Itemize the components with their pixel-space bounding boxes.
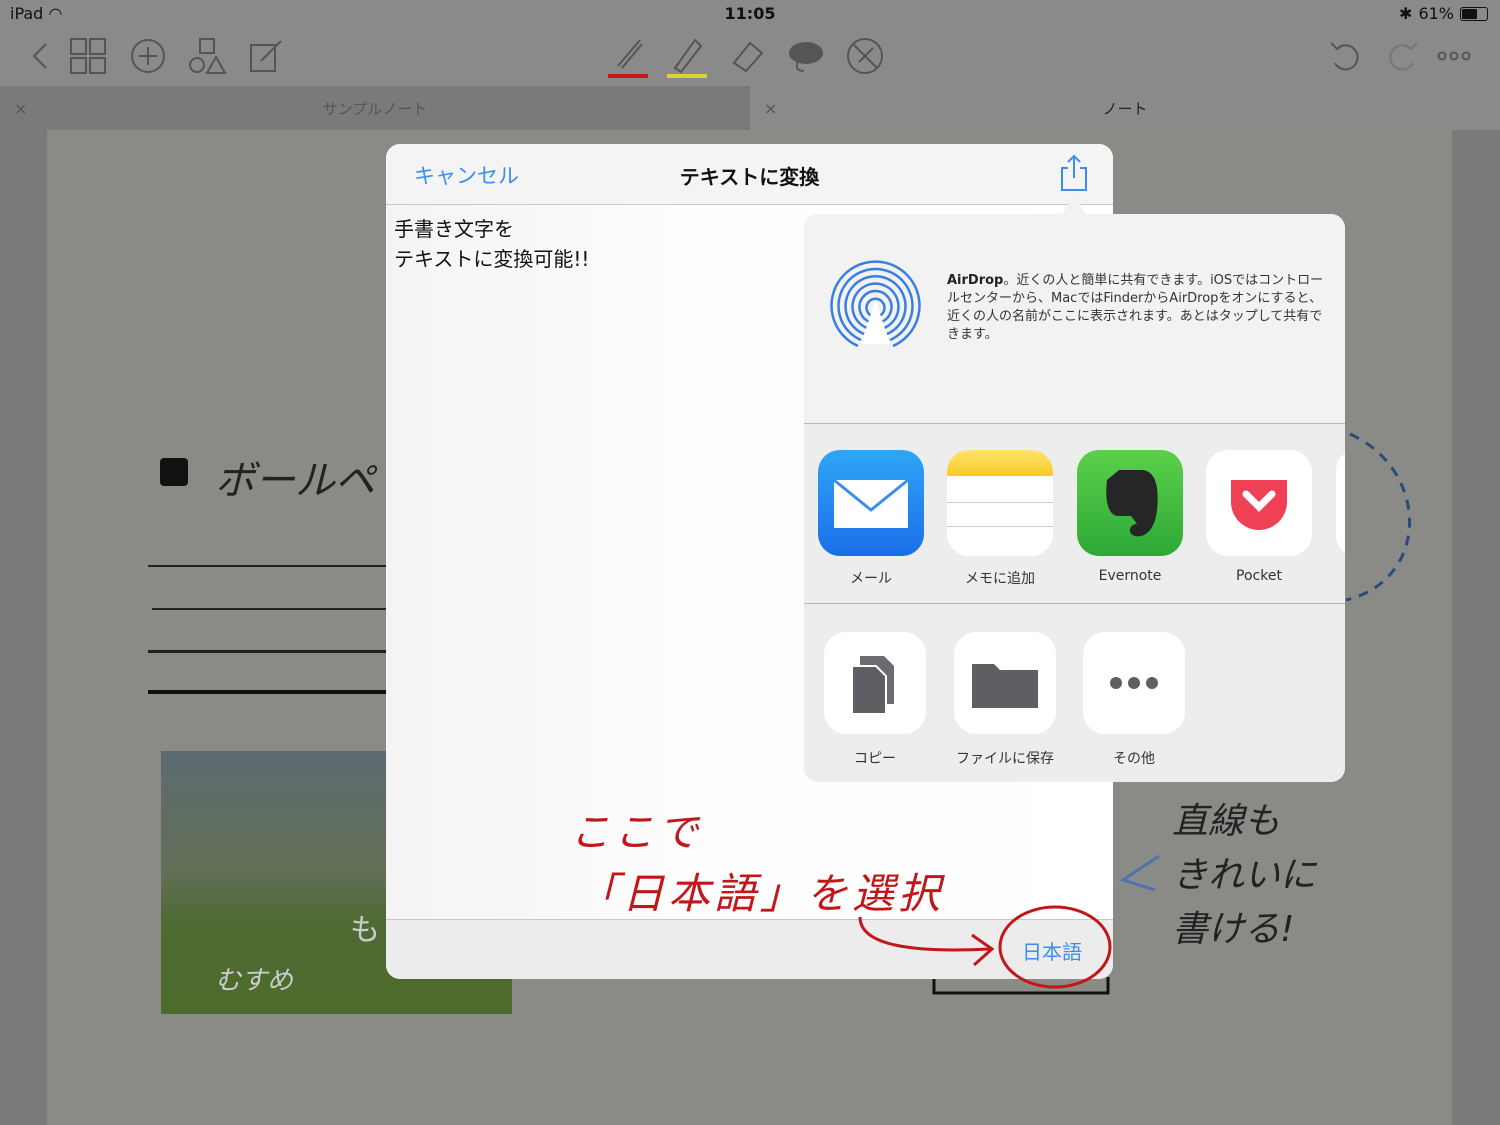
app-label: Evernote	[1098, 568, 1162, 584]
lasso-icon[interactable]	[784, 34, 828, 78]
ruled-line	[148, 650, 388, 653]
airdrop-section: AirDrop。近くの人と簡単に共有できます。iOSではコントロールセンターから…	[804, 214, 1345, 424]
bluetooth-icon: ✱	[1399, 4, 1413, 23]
text-line: テキストに変換可能!!	[394, 247, 590, 271]
app-partial[interactable]	[1336, 450, 1345, 556]
pen-off-icon[interactable]	[843, 34, 887, 78]
close-icon[interactable]: ×	[764, 99, 777, 118]
pen-icon[interactable]	[605, 34, 651, 78]
highlighter-icon[interactable]	[664, 34, 710, 78]
airdrop-description: AirDrop。近くの人と簡単に共有できます。iOSではコントロールセンターから…	[947, 272, 1332, 344]
mail-icon	[818, 450, 924, 556]
photo-caption: むすめ	[215, 966, 294, 996]
checkbox-mark	[160, 458, 188, 486]
share-app-pocket[interactable]: Pocket	[1206, 450, 1312, 584]
add-icon[interactable]	[126, 34, 170, 78]
more-menu-icon[interactable]	[1432, 34, 1476, 78]
back-icon[interactable]	[18, 34, 62, 78]
redo-icon[interactable]	[1382, 34, 1426, 78]
grid-icon[interactable]	[66, 34, 110, 78]
share-app-evernote[interactable]: Evernote	[1077, 450, 1183, 584]
battery-area: ✱ 61%	[1399, 4, 1488, 23]
pocket-icon	[1206, 450, 1312, 556]
tab-bar: × サンプルノート × ノート	[0, 86, 1500, 130]
tab-label: サンプルノート	[322, 99, 428, 118]
action-more[interactable]: その他	[1083, 632, 1185, 768]
share-icon[interactable]	[1058, 154, 1090, 192]
share-sheet: AirDrop。近くの人と簡単に共有できます。iOSではコントロールセンターから…	[804, 214, 1345, 782]
action-label: その他	[1113, 751, 1155, 767]
tab-sample-note[interactable]: × サンプルノート	[0, 86, 750, 130]
arrow-mark	[1119, 854, 1160, 892]
share-actions-row: コピー ファイルに保存 その他	[804, 604, 1345, 782]
ruled-line	[148, 690, 388, 694]
annotation-line1: ここで	[570, 810, 702, 856]
notes-icon	[947, 450, 1053, 556]
more-icon	[1083, 632, 1185, 734]
copy-icon	[824, 632, 926, 734]
ruled-line	[152, 608, 388, 610]
toolbar	[0, 28, 1500, 86]
annotation-arrow	[858, 905, 1112, 989]
action-label: コピー	[854, 751, 896, 767]
side-annotation-line3: 書ける!	[1172, 909, 1295, 950]
battery-percent: 61%	[1418, 4, 1454, 23]
popover-arrow	[1062, 196, 1086, 214]
modal-header: キャンセル テキストに変換	[386, 144, 1113, 205]
airdrop-body: 。近くの人と簡単に共有できます。iOSではコントロールセンターから、MacではF…	[947, 273, 1324, 342]
eraser-icon[interactable]	[725, 34, 769, 78]
photo-caption-2: も	[350, 913, 380, 948]
action-copy[interactable]: コピー	[824, 632, 926, 768]
app-label: メール	[850, 571, 892, 587]
close-icon[interactable]: ×	[14, 99, 27, 118]
shapes-icon[interactable]	[186, 34, 230, 78]
airdrop-icon	[830, 260, 921, 348]
evernote-icon	[1077, 450, 1183, 556]
app-label: Pocket	[1236, 568, 1282, 584]
edit-icon[interactable]	[244, 34, 288, 78]
app-label: メモに追加	[965, 571, 1035, 587]
share-app-notes[interactable]: メモに追加	[947, 450, 1053, 588]
status-bar: iPad ◠ 11:05 ✱ 61%	[0, 0, 1500, 28]
folder-icon	[954, 632, 1056, 734]
side-annotation-line1: 直線も	[1172, 801, 1281, 842]
clock: 11:05	[724, 4, 776, 23]
side-annotation: 直線も きれいに 書ける!	[1172, 795, 1316, 957]
converted-text-area[interactable]: 手書き文字をテキストに変換可能!!	[394, 214, 589, 274]
tab-note[interactable]: × ノート	[750, 86, 1500, 130]
side-annotation-line2: きれいに	[1172, 855, 1317, 896]
text-line: 手書き文字を	[394, 217, 514, 241]
action-save-file[interactable]: ファイルに保存	[954, 632, 1056, 768]
undo-icon[interactable]	[1322, 34, 1366, 78]
tab-label: ノート	[1102, 99, 1148, 118]
share-apps-row: メール メモに追加 Evernote Pocket	[804, 424, 1345, 604]
modal-title: テキストに変換	[679, 165, 820, 189]
note-heading: ボールペ	[215, 458, 375, 504]
dashed-curve	[1345, 432, 1411, 602]
share-app-mail[interactable]: メール	[818, 450, 924, 588]
airdrop-title: AirDrop	[947, 273, 1004, 288]
battery-icon	[1460, 6, 1488, 21]
ruled-line	[148, 565, 388, 567]
action-label: ファイルに保存	[956, 751, 1054, 767]
